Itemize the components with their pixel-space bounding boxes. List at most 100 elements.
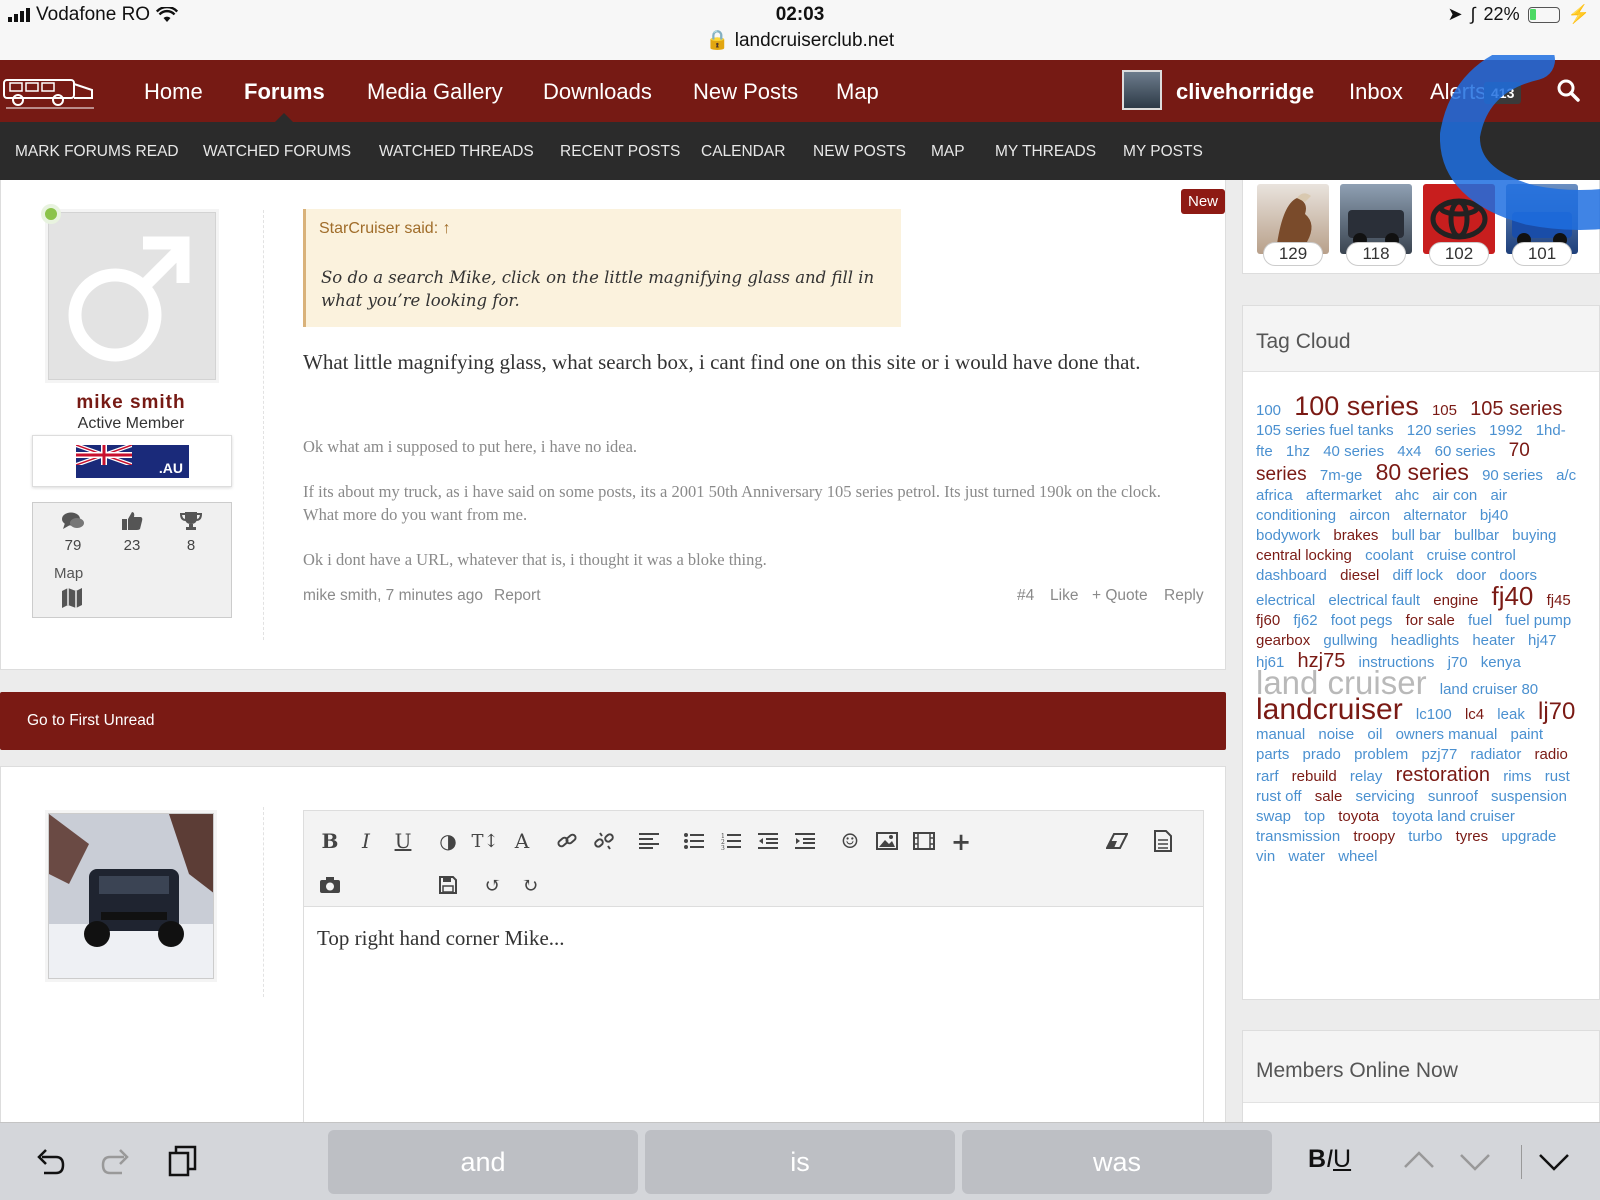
nav-new-posts[interactable]: New Posts xyxy=(693,79,798,105)
tag-link[interactable]: electrical xyxy=(1256,592,1315,609)
tag-link[interactable]: bodywork xyxy=(1256,527,1320,544)
tag-link[interactable]: owners manual xyxy=(1396,726,1498,743)
tag-link[interactable]: relay xyxy=(1350,768,1383,785)
tag-link[interactable]: pzj77 xyxy=(1421,746,1457,763)
underline-icon[interactable]: U xyxy=(387,825,419,857)
tag-link[interactable]: top xyxy=(1304,808,1325,825)
tag-link[interactable]: air con xyxy=(1432,487,1477,504)
tag-link[interactable]: suspension xyxy=(1491,788,1567,805)
alerts-count-badge[interactable]: 413 xyxy=(1484,82,1522,104)
user-avatar[interactable] xyxy=(1122,70,1162,110)
redo-icon[interactable] xyxy=(100,1145,132,1177)
tag-link[interactable]: 80 series xyxy=(1376,459,1469,485)
tag-link[interactable]: foot pegs xyxy=(1331,612,1393,629)
tag-link[interactable]: servicing xyxy=(1355,788,1414,805)
tag-link[interactable]: 7m-ge xyxy=(1320,467,1363,484)
tag-link[interactable]: ahc xyxy=(1395,487,1419,504)
tag-link[interactable]: toyota land cruiser xyxy=(1392,808,1515,825)
tag-link[interactable]: headlights xyxy=(1391,632,1459,649)
text-color-icon[interactable]: ◑ xyxy=(432,825,464,857)
subnav-map[interactable]: MAP xyxy=(931,143,965,161)
tag-link[interactable]: fuel xyxy=(1468,612,1492,629)
tag-link[interactable]: bj40 xyxy=(1480,507,1508,524)
link-icon[interactable] xyxy=(551,825,583,857)
subnav-calendar[interactable]: CALENDAR xyxy=(701,143,785,161)
post-author-time[interactable]: mike smith, 7 minutes ago xyxy=(303,587,483,605)
tag-link[interactable]: oil xyxy=(1367,726,1382,743)
tag-link[interactable]: dashboard xyxy=(1256,567,1327,584)
tag-link[interactable]: manual xyxy=(1256,726,1305,743)
tag-link[interactable]: bull bar xyxy=(1392,527,1441,544)
bbcode-toggle-icon[interactable] xyxy=(1147,825,1179,857)
tag-link[interactable]: diff lock xyxy=(1392,567,1443,584)
tag-link[interactable]: 105 series xyxy=(1470,398,1562,420)
tag-link[interactable]: lc4 xyxy=(1465,706,1484,723)
tag-link[interactable]: 1hz xyxy=(1286,443,1310,460)
tag-link[interactable]: swap xyxy=(1256,808,1291,825)
tag-link[interactable]: fj40 xyxy=(1491,581,1533,611)
tag-link[interactable]: leak xyxy=(1497,706,1525,723)
tag-link[interactable]: brakes xyxy=(1333,527,1378,544)
tag-link[interactable]: parts xyxy=(1256,746,1289,763)
subnav-recent-posts[interactable]: RECENT POSTS xyxy=(560,143,680,161)
messages-stat[interactable]: 79 xyxy=(53,511,93,554)
reply-text-area[interactable]: Top right hand corner Mike... xyxy=(317,926,565,951)
tag-link[interactable]: paint xyxy=(1510,726,1543,743)
tag-link[interactable]: troopy xyxy=(1353,828,1395,845)
tag-link[interactable]: radio xyxy=(1535,746,1568,763)
site-logo[interactable] xyxy=(0,72,100,110)
tag-link[interactable]: for sale xyxy=(1406,612,1455,629)
tag-link[interactable]: fj45 xyxy=(1547,592,1571,609)
outdent-icon[interactable] xyxy=(752,825,784,857)
tag-link[interactable]: fj60 xyxy=(1256,612,1280,629)
chevron-up-icon[interactable] xyxy=(1403,1145,1435,1177)
numbered-list-icon[interactable]: 123 xyxy=(715,825,747,857)
nav-downloads[interactable]: Downloads xyxy=(543,79,652,105)
tag-link[interactable]: heater xyxy=(1472,632,1515,649)
tag-link[interactable]: vin xyxy=(1256,848,1275,865)
bold-icon[interactable]: B xyxy=(314,825,346,857)
tag-link[interactable]: cruise control xyxy=(1427,547,1516,564)
tag-link[interactable]: 4x4 xyxy=(1397,443,1421,460)
tag-link[interactable]: fuel pump xyxy=(1505,612,1571,629)
save-draft-icon[interactable] xyxy=(432,869,464,901)
quote-author[interactable]: StarCruiser said: ↑ xyxy=(319,220,451,238)
go-to-first-unread-button[interactable]: Go to First Unread xyxy=(0,692,1226,750)
dismiss-keyboard-icon[interactable] xyxy=(1538,1145,1570,1177)
search-icon[interactable] xyxy=(1556,78,1580,102)
undo-icon[interactable]: ↺ xyxy=(477,869,509,901)
tag-link[interactable]: 120 series xyxy=(1407,422,1476,439)
tag-link[interactable]: buying xyxy=(1512,527,1556,544)
font-family-icon[interactable]: A xyxy=(506,825,538,857)
tag-link[interactable]: 105 series fuel tanks xyxy=(1256,422,1394,439)
unlink-icon[interactable] xyxy=(588,825,620,857)
tag-link[interactable]: 105 xyxy=(1432,402,1457,419)
nav-home[interactable]: Home xyxy=(144,79,203,105)
post-author-avatar[interactable] xyxy=(48,212,216,380)
tag-link[interactable]: coolant xyxy=(1365,547,1413,564)
chevron-down-icon[interactable] xyxy=(1459,1145,1491,1177)
subnav-watched-forums[interactable]: WATCHED FORUMS xyxy=(203,143,351,161)
tag-link[interactable]: noise xyxy=(1318,726,1354,743)
trophies-stat[interactable]: 8 xyxy=(171,511,211,554)
tag-link[interactable]: africa xyxy=(1256,487,1293,504)
tag-link[interactable]: transmission xyxy=(1256,828,1340,845)
tag-link[interactable]: 90 series xyxy=(1482,467,1543,484)
tag-link[interactable]: 100 xyxy=(1256,402,1281,419)
insert-more-icon[interactable]: + xyxy=(945,825,977,857)
paste-icon[interactable] xyxy=(168,1145,198,1177)
italic-icon[interactable]: I xyxy=(350,825,382,857)
tag-link[interactable]: lj70 xyxy=(1538,698,1575,725)
tag-link[interactable]: hj47 xyxy=(1528,632,1556,649)
tag-link[interactable]: land cruiser 80 xyxy=(1440,681,1538,698)
tag-link[interactable]: aftermarket xyxy=(1306,487,1382,504)
redo-icon[interactable]: ↻ xyxy=(514,869,546,901)
tag-link[interactable]: water xyxy=(1288,848,1325,865)
text-format-button[interactable]: BIU xyxy=(1308,1145,1351,1174)
undo-icon[interactable] xyxy=(34,1145,66,1177)
tag-link[interactable]: 40 series xyxy=(1323,443,1384,460)
quote-link[interactable]: + Quote xyxy=(1092,587,1148,605)
like-link[interactable]: Like xyxy=(1050,587,1078,605)
tag-link[interactable]: restoration xyxy=(1396,764,1491,786)
remove-formatting-icon[interactable] xyxy=(1101,825,1133,857)
